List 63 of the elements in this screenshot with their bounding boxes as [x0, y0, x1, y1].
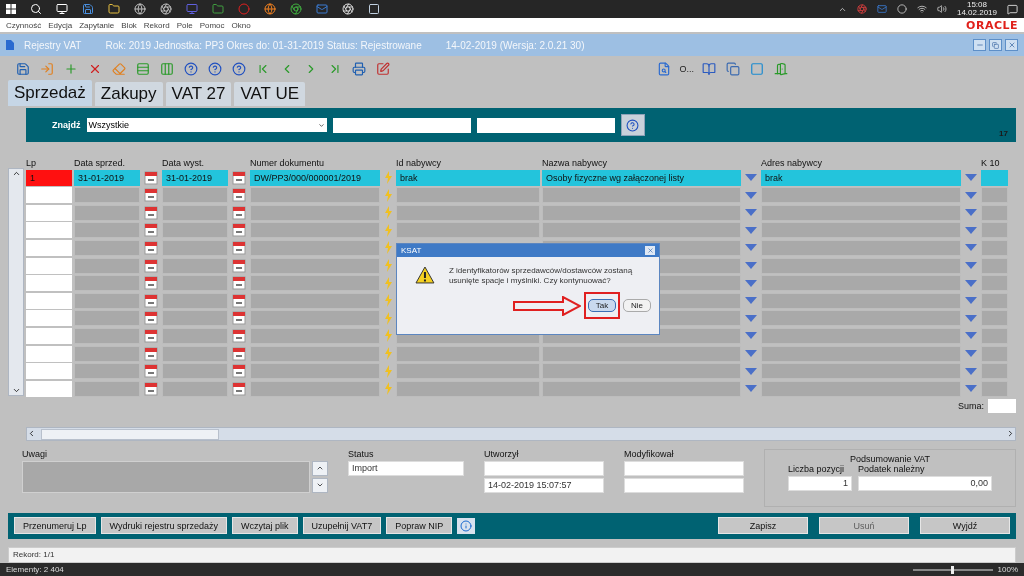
modified-label: Modyfikował	[624, 448, 675, 459]
column-header: Adres nabywcy	[761, 158, 824, 168]
search-label: Znajdź	[52, 120, 81, 130]
menu-item[interactable]: Czynność	[6, 20, 42, 30]
menu-item[interactable]: Zapytanie	[79, 20, 115, 30]
dialog-message: Z identyfikatorów sprzedawców/dostawców zostaną usunięte spacje i myślniki. Czy kontynuować?	[448, 266, 634, 286]
action-button[interactable]: Uzupełnij VAT7	[302, 517, 382, 535]
sum-label: Suma:	[958, 400, 984, 411]
summary-title: Podsumowanie VAT	[849, 453, 931, 464]
dialog-button[interactable]: Tak	[588, 299, 616, 312]
tab[interactable]: VAT UE	[234, 82, 306, 106]
record-status: Rekord: 1/1	[13, 550, 55, 560]
created-date-field: 14-02-2019 15:07:57	[484, 477, 604, 493]
menu-item[interactable]: Pole	[176, 20, 193, 30]
zoom-level: 100%	[997, 565, 1018, 574]
column-header: Lp	[26, 158, 37, 168]
action-button[interactable]: Wyjdź	[920, 517, 1010, 535]
menu-item[interactable]: Edycja	[48, 20, 73, 30]
table-cell: brak	[761, 169, 961, 186]
table-cell: Osoby fizyczne wg załączonej listy	[542, 169, 741, 186]
action-button[interactable]: Zapisz	[718, 517, 808, 535]
tab[interactable]: Zakupy	[94, 82, 163, 106]
table-cell: 1	[26, 169, 72, 186]
status-label: Status	[348, 448, 375, 459]
count-label: Liczba pozycji	[788, 463, 846, 474]
notes-label: Uwagi	[22, 448, 48, 459]
tax-label: Podatek należny	[858, 463, 926, 474]
filter-select[interactable]: Wszystkie	[86, 118, 327, 132]
column-header: Id nabywcy	[396, 158, 443, 168]
window-info: Rok: 2019 Jednostka: PP3 Okres do: 01-31-2019 Status: Rejestrowane	[105, 39, 422, 51]
dialog-button[interactable]: Nie	[623, 299, 651, 312]
table-cell: 31-01-2019	[74, 169, 140, 186]
column-header: K 10	[981, 158, 1001, 168]
tab[interactable]: Sprzedaż	[8, 80, 92, 106]
action-button[interactable]: Wydruki rejestru sprzedaży	[100, 517, 227, 535]
record-count: 17	[999, 129, 1008, 138]
version-text: 14-02-2019 (Wersja: 2.0.21 30)	[445, 39, 585, 51]
dialog-title: KSAT	[401, 246, 422, 255]
column-header: Nazwa nabywcy	[542, 158, 609, 168]
menu-item[interactable]: Rekord	[143, 20, 170, 30]
menu-item[interactable]: Blok	[121, 20, 137, 30]
tab[interactable]: VAT 27	[165, 82, 232, 106]
window-title: Rejestry VAT	[24, 39, 82, 51]
column-header: Data wyst.	[162, 158, 205, 168]
elements-count: Elementy: 2 404	[6, 565, 64, 574]
column-header: Data sprzed.	[74, 158, 127, 168]
action-button[interactable]: Wczytaj plik	[232, 517, 298, 535]
column-header: Numer dokumentu	[250, 158, 326, 168]
table-cell: brak	[396, 169, 540, 186]
clock-time: 15:08	[966, 0, 987, 9]
menu-item[interactable]: Pomoc	[199, 20, 225, 30]
tax-field: 0,00	[858, 475, 992, 491]
logo: ORACLE	[966, 18, 1018, 32]
count-field: 1	[788, 475, 852, 491]
action-button[interactable]: Popraw NIP	[386, 517, 453, 535]
clock-date: 14.02.2019	[956, 9, 997, 18]
action-button[interactable]: Przenumeruj Lp	[14, 517, 96, 535]
options-button[interactable]: O...	[679, 64, 694, 74]
created-label: Utworzył	[484, 448, 520, 459]
menu-item[interactable]: Okno	[231, 20, 251, 30]
table-cell: 31-01-2019	[162, 169, 228, 186]
status-select[interactable]: Import	[348, 460, 464, 476]
table-cell: DW/PP3/000/000001/2019	[250, 169, 380, 186]
